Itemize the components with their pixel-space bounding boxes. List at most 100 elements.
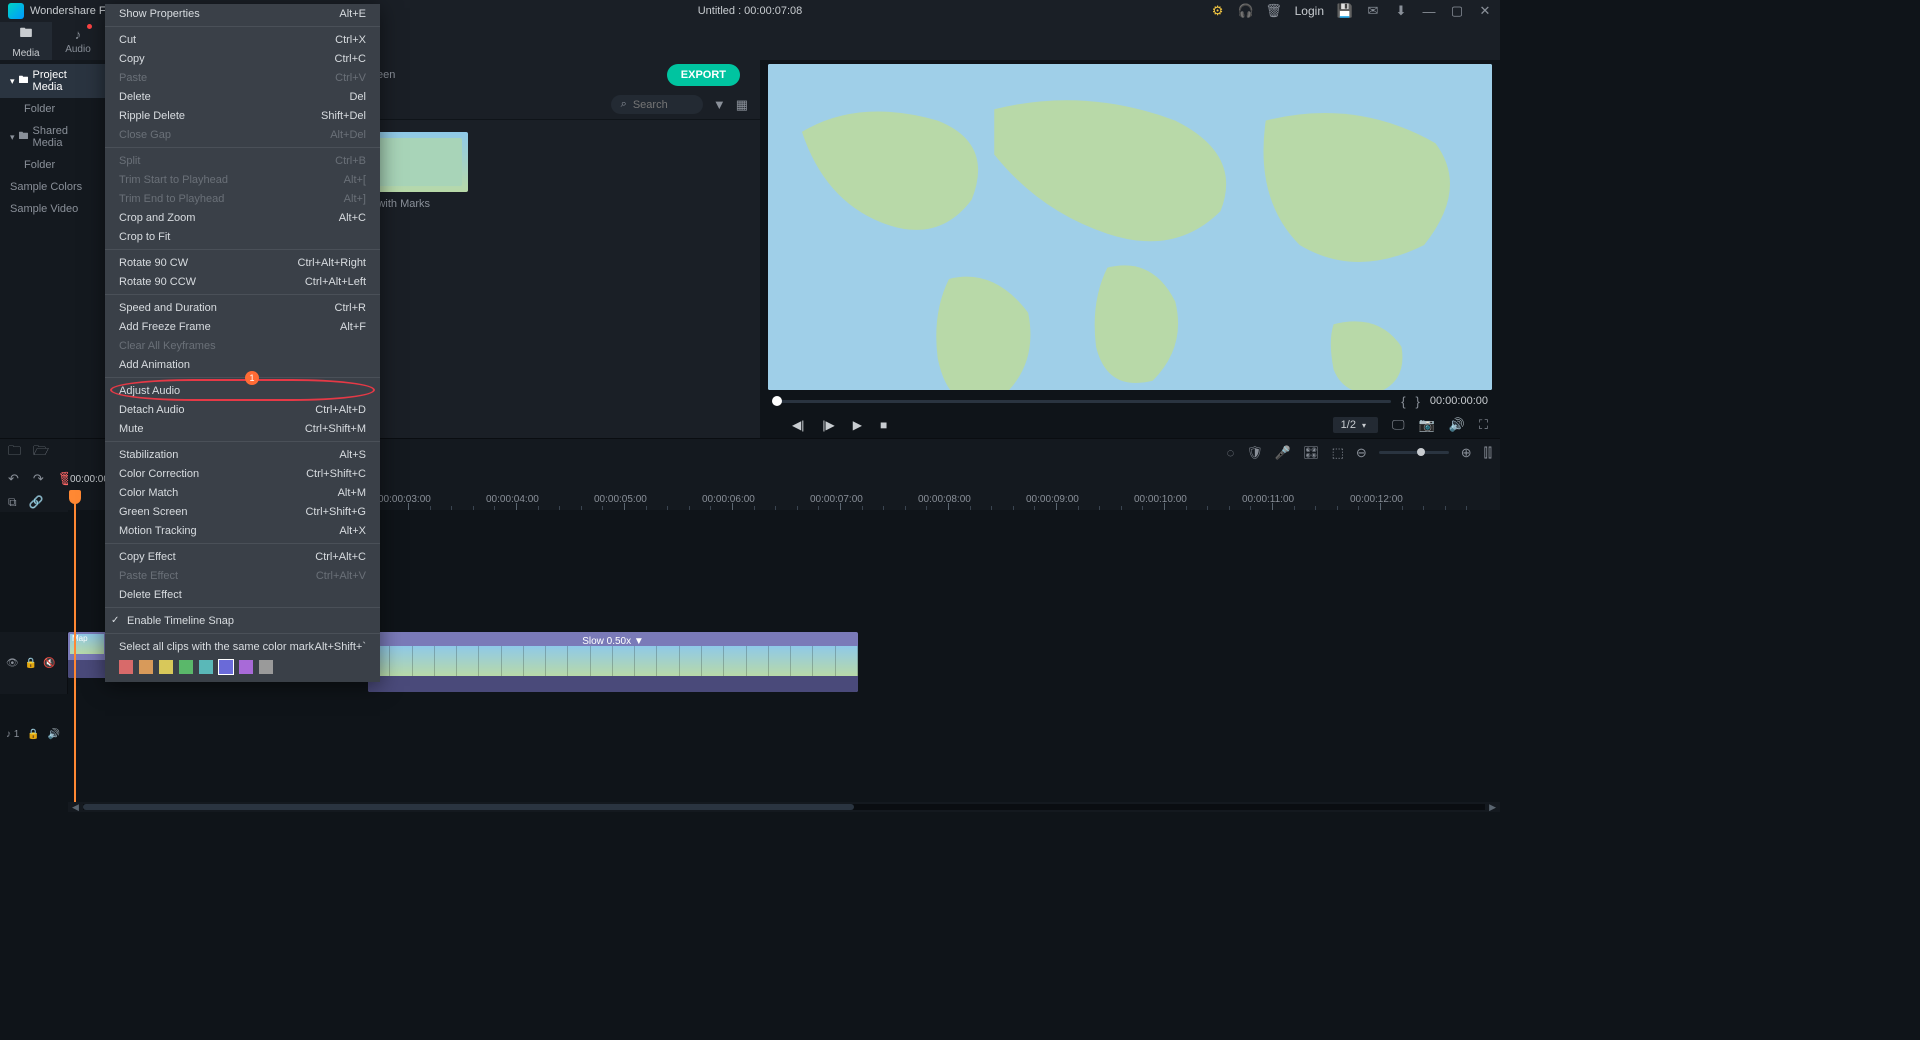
redo-icon[interactable]: ↷ xyxy=(33,471,44,487)
play-button[interactable]: ▶ xyxy=(853,418,862,432)
menu-item-green-screen[interactable]: Green ScreenCtrl+Shift+G xyxy=(105,502,380,521)
menu-item-mute[interactable]: MuteCtrl+Shift+M xyxy=(105,419,380,438)
filter-icon[interactable]: ▼ xyxy=(713,97,726,112)
audio-mixer-icon[interactable]: 🎛 xyxy=(1303,445,1320,461)
timeline-scrollbar[interactable]: ◀ ▶ xyxy=(68,802,1500,812)
visibility-icon[interactable]: 👁 xyxy=(6,658,19,669)
undo-icon[interactable]: ↶ xyxy=(8,471,19,487)
menu-item-enable-timeline-snap[interactable]: ✓Enable Timeline Snap xyxy=(105,611,380,630)
tab-audio[interactable]: ♪ Audio xyxy=(52,22,104,60)
marker-icon[interactable]: 🛡 xyxy=(1246,445,1263,461)
voiceover-icon[interactable]: 🎤 xyxy=(1275,445,1291,461)
color-swatch[interactable] xyxy=(139,660,153,674)
color-swatch[interactable] xyxy=(239,660,253,674)
zoom-fit-icon[interactable]: ⫿⫿ xyxy=(1484,445,1492,461)
maximize-icon[interactable]: ▢ xyxy=(1450,4,1464,18)
color-swatch[interactable] xyxy=(119,660,133,674)
menu-item-delete[interactable]: DeleteDel xyxy=(105,87,380,106)
color-swatch[interactable] xyxy=(219,660,233,674)
volume-icon[interactable]: 🔊 xyxy=(48,729,60,740)
menu-item-motion-tracking[interactable]: Motion TrackingAlt+X xyxy=(105,521,380,540)
menu-item-rotate-90-cw[interactable]: Rotate 90 CWCtrl+Alt+Right xyxy=(105,253,380,272)
headphones-icon[interactable]: 🎧 xyxy=(1239,4,1253,18)
close-icon[interactable]: ✕ xyxy=(1478,4,1492,18)
ruler-tick: 00:00:06:00 xyxy=(702,494,755,505)
sidebar-item-folder-2[interactable]: Folder xyxy=(0,154,105,176)
menu-item-crop-to-fit[interactable]: Crop to Fit xyxy=(105,227,380,246)
playhead-handle-icon[interactable] xyxy=(69,490,81,504)
zoom-in-icon[interactable]: ⊕ xyxy=(1461,445,1472,461)
render-icon[interactable]: ◌ xyxy=(1227,445,1235,460)
sidebar-item-shared-media[interactable]: ▾ 🖿 Shared Media xyxy=(0,120,105,154)
menu-item-ripple-delete[interactable]: Ripple DeleteShift+Del xyxy=(105,106,380,125)
add-folder-icon[interactable]: 🗀 xyxy=(8,442,21,464)
menu-item-add-animation[interactable]: Add Animation xyxy=(105,355,380,374)
ruler-tick: 00:00:05:00 xyxy=(594,494,647,505)
menu-item-add-freeze-frame[interactable]: Add Freeze FrameAlt+F xyxy=(105,317,380,336)
search-input-wrapper[interactable]: ⌕ xyxy=(611,95,703,114)
zoom-slider[interactable] xyxy=(1379,451,1449,454)
sidebar-item-sample-video[interactable]: Sample Video xyxy=(0,198,105,220)
timeline-clip-main[interactable]: Slow 0.50x ▼ xyxy=(368,632,858,692)
mute-track-icon[interactable]: 🔇 xyxy=(43,658,55,669)
preview-ratio-select[interactable]: 1/2 ▾ xyxy=(1333,417,1378,433)
menu-item-color-correction[interactable]: Color CorrectionCtrl+Shift+C xyxy=(105,464,380,483)
scrub-handle[interactable] xyxy=(772,396,782,406)
folder-icon: 🖿 xyxy=(19,73,29,90)
menu-item-select-all-clips-with-the-same-color-mark[interactable]: Select all clips with the same color mar… xyxy=(105,637,380,656)
snapshot-icon[interactable]: 📷 xyxy=(1419,417,1435,433)
playhead[interactable] xyxy=(74,492,76,802)
lock-icon[interactable]: 🔒 xyxy=(25,658,37,669)
tab-media-label: Media xyxy=(12,48,39,59)
sidebar-item-sample-colors[interactable]: Sample Colors xyxy=(0,176,105,198)
login-button[interactable]: Login xyxy=(1295,4,1324,18)
sidebar-item-folder-1[interactable]: Folder xyxy=(0,98,105,120)
download-icon[interactable]: ⬇ xyxy=(1394,4,1408,18)
lightbulb-icon[interactable]: ⚙ xyxy=(1211,4,1225,18)
prev-frame-button[interactable]: ◀| xyxy=(792,418,804,432)
search-input[interactable] xyxy=(633,99,693,111)
next-frame-button[interactable]: |▶ xyxy=(822,418,834,432)
menu-item-detach-audio[interactable]: Detach AudioCtrl+Alt+D xyxy=(105,400,380,419)
export-button[interactable]: EXPORT xyxy=(667,64,740,86)
preview-viewport[interactable] xyxy=(768,64,1492,390)
menu-item-show-properties[interactable]: Show PropertiesAlt+E xyxy=(105,4,380,23)
mark-in-icon[interactable]: { xyxy=(1401,394,1405,409)
open-folder-icon[interactable]: 🗁 xyxy=(33,442,49,464)
color-swatch[interactable] xyxy=(259,660,273,674)
tab-media[interactable]: 🖿 Media xyxy=(0,22,52,60)
zoom-out-icon[interactable]: ⊖ xyxy=(1356,445,1367,461)
lock-icon[interactable]: 🔒 xyxy=(27,729,39,740)
volume-icon[interactable]: 🔊 xyxy=(1449,417,1465,433)
link-icon[interactable]: 🔗 xyxy=(29,495,44,509)
scroll-right-icon[interactable]: ▶ xyxy=(1489,802,1496,813)
menu-item-cut[interactable]: CutCtrl+X xyxy=(105,30,380,49)
minimize-icon[interactable]: ― xyxy=(1422,4,1436,18)
menu-item-stabilization[interactable]: StabilizationAlt+S xyxy=(105,445,380,464)
menu-item-color-match[interactable]: Color MatchAlt+M xyxy=(105,483,380,502)
menu-item-speed-and-duration[interactable]: Speed and DurationCtrl+R xyxy=(105,298,380,317)
grid-view-icon[interactable]: ▦ xyxy=(736,97,748,113)
crop-icon[interactable]: ⬚ xyxy=(1332,445,1344,461)
menu-item-copy[interactable]: CopyCtrl+C xyxy=(105,49,380,68)
scrollbar-thumb[interactable] xyxy=(83,804,854,810)
color-swatch[interactable] xyxy=(199,660,213,674)
sidebar-item-project-media[interactable]: ▾ 🖿 Project Media xyxy=(0,64,105,98)
color-swatch[interactable] xyxy=(179,660,193,674)
scroll-left-icon[interactable]: ◀ xyxy=(72,802,79,813)
stop-button[interactable]: ■ xyxy=(880,418,887,432)
fullscreen-icon[interactable]: ⛶ xyxy=(1479,417,1488,433)
clip-speed-label[interactable]: Slow 0.50x ▼ xyxy=(582,636,644,647)
copy-icon[interactable]: ⧉ xyxy=(8,495,17,510)
display-icon[interactable]: 🖵 xyxy=(1392,417,1405,433)
menu-item-delete-effect[interactable]: Delete Effect xyxy=(105,585,380,604)
menu-item-copy-effect[interactable]: Copy EffectCtrl+Alt+C xyxy=(105,547,380,566)
scrub-track[interactable] xyxy=(772,400,1391,403)
mark-out-icon[interactable]: } xyxy=(1416,394,1420,409)
save-icon[interactable]: 💾 xyxy=(1338,4,1352,18)
mail-icon[interactable]: ✉ xyxy=(1366,4,1380,18)
color-swatch[interactable] xyxy=(159,660,173,674)
menu-item-rotate-90-ccw[interactable]: Rotate 90 CCWCtrl+Alt+Left xyxy=(105,272,380,291)
menu-item-crop-and-zoom[interactable]: Crop and ZoomAlt+C xyxy=(105,208,380,227)
trash-icon[interactable]: 🗑 xyxy=(1267,4,1281,18)
